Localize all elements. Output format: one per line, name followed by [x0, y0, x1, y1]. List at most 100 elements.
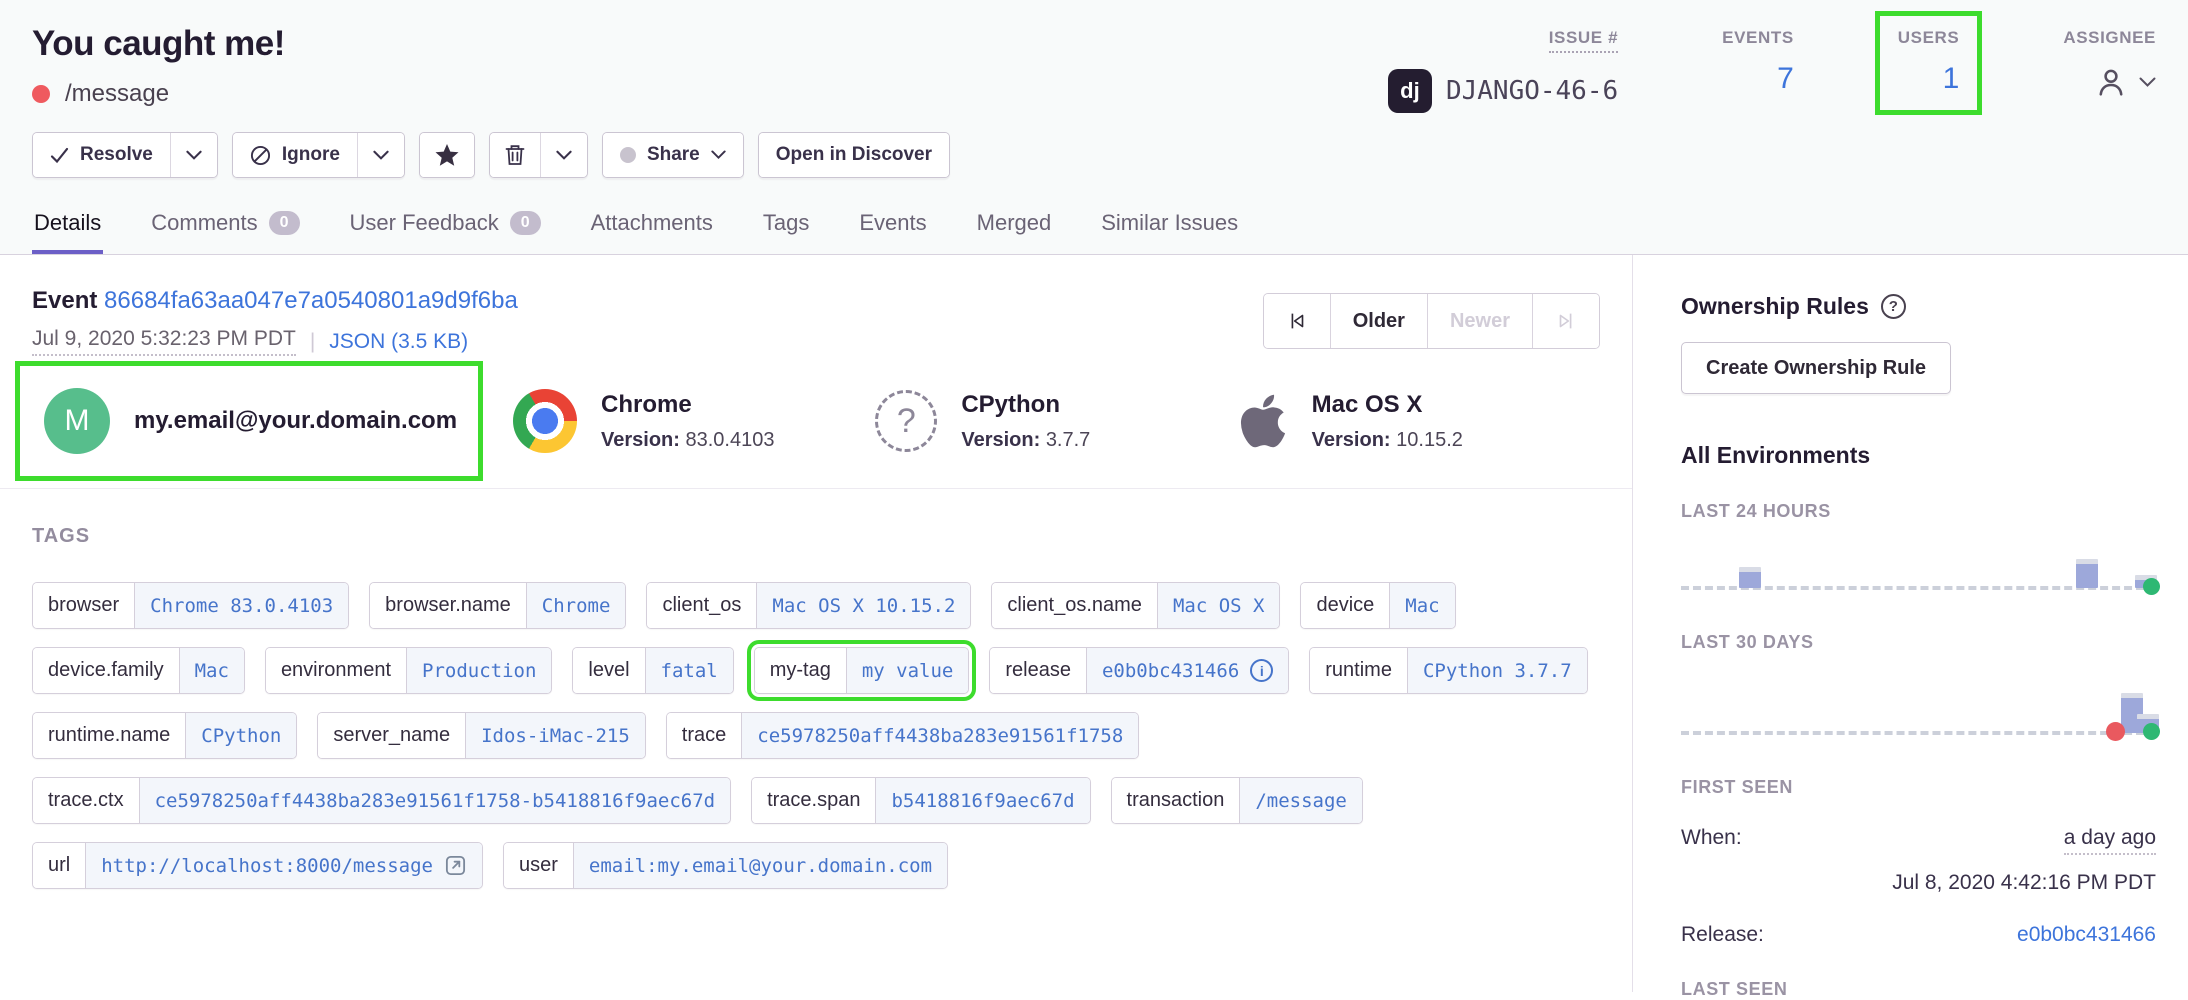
tag-value-link[interactable]: e0b0bc431466i — [1086, 648, 1288, 693]
django-project-icon: dj — [1388, 69, 1432, 113]
tag-value-link[interactable]: Mac — [179, 648, 244, 693]
tag-value-link[interactable]: CPython 3.7.7 — [1407, 648, 1587, 693]
event-json-link[interactable]: JSON (3.5 KB) — [329, 330, 468, 354]
tab-bar: Details Comments0 User Feedback0 Attachment… — [0, 206, 2188, 255]
users-count-link[interactable]: 1 — [1943, 62, 1960, 95]
skip-to-newest-icon — [1555, 310, 1577, 332]
tag-key: user — [504, 843, 573, 888]
tag-key: transaction — [1112, 778, 1240, 823]
tag-key: browser — [33, 583, 134, 628]
delete-button[interactable] — [490, 133, 540, 177]
tag-value-link[interactable]: fatal — [645, 648, 733, 693]
browser-name: Chrome — [601, 391, 774, 419]
resolve-dropdown-button[interactable] — [170, 133, 217, 177]
help-icon[interactable]: ? — [1881, 294, 1906, 319]
tag-value-text: /message — [1255, 790, 1347, 812]
release-label: Release: — [1681, 923, 1764, 947]
stat-assignee: ASSIGNEE — [2063, 28, 2156, 100]
first-seen-absolute: Jul 8, 2020 4:42:16 PM PDT — [1681, 871, 2156, 895]
resolve-button[interactable]: Resolve — [33, 133, 170, 177]
ignore-dropdown-button[interactable] — [357, 133, 404, 177]
tag-pill-trace.ctx: trace.ctx ce5978250aff4438ba283e91561f175… — [32, 777, 731, 824]
tab-similar-issues[interactable]: Similar Issues — [1099, 206, 1240, 254]
events-count-link[interactable]: 7 — [1777, 62, 1794, 95]
tab-details[interactable]: Details — [32, 206, 103, 254]
tag-value-link[interactable]: /message — [1239, 778, 1362, 823]
tag-value-link[interactable]: b5418816f9aec67d — [875, 778, 1089, 823]
stat-users-annotated: USERS 1 — [1875, 11, 1983, 115]
tag-value-link[interactable]: Mac OS X 10.15.2 — [756, 583, 970, 628]
tag-key: device — [1301, 583, 1389, 628]
create-ownership-rule-button[interactable]: Create Ownership Rule — [1681, 342, 1951, 394]
issue-culprit: /message — [65, 80, 169, 108]
first-seen-release-link[interactable]: e0b0bc431466 — [2017, 923, 2156, 947]
oldest-event-button[interactable] — [1264, 294, 1330, 348]
tab-label: Events — [859, 210, 926, 236]
tag-value-link[interactable]: CPython — [185, 713, 296, 758]
tag-value-link[interactable]: Chrome — [526, 583, 626, 628]
older-event-button[interactable]: Older — [1330, 294, 1427, 348]
tag-key: runtime.name — [33, 713, 185, 758]
tab-merged[interactable]: Merged — [975, 206, 1054, 254]
first-seen-marker-dot — [2106, 722, 2125, 741]
events-label: EVENTS — [1722, 28, 1794, 48]
newest-event-button[interactable] — [1532, 294, 1599, 348]
tag-value-link[interactable]: my value — [846, 648, 969, 693]
tab-count-badge: 0 — [510, 211, 541, 235]
tag-value-link[interactable]: Mac OS X — [1157, 583, 1280, 628]
version-label: Version: — [961, 429, 1040, 451]
delete-dropdown-button[interactable] — [540, 133, 587, 177]
spark-bar — [1739, 567, 1761, 588]
tags-section: TAGS browserChrome 83.0.4103browser.name… — [0, 489, 1632, 925]
chrome-icon — [513, 389, 577, 453]
chevron-down-icon — [373, 150, 389, 161]
assignee-dropdown[interactable] — [2063, 64, 2156, 100]
tag-value-text: CPython — [201, 725, 281, 747]
tag-value-link[interactable]: Production — [406, 648, 551, 693]
share-button[interactable]: Share — [603, 133, 743, 177]
info-icon[interactable]: i — [1250, 659, 1273, 682]
tag-key: trace.ctx — [33, 778, 139, 823]
tag-value-link[interactable]: email:my.email@your.domain.com — [573, 843, 947, 888]
tag-value-link[interactable]: ce5978250aff4438ba283e91561f1758-b541881… — [139, 778, 731, 823]
tag-value-link[interactable]: Chrome 83.0.4103 — [134, 583, 348, 628]
external-link-icon[interactable] — [444, 854, 467, 877]
tab-attachments[interactable]: Attachments — [589, 206, 715, 254]
latest-marker-dot — [2143, 723, 2160, 740]
meta-separator: | — [310, 330, 315, 354]
tag-value-link[interactable]: ce5978250aff4438ba283e91561f1758 — [741, 713, 1138, 758]
tag-value-link[interactable]: Mac — [1389, 583, 1454, 628]
apple-icon — [1238, 391, 1288, 451]
bookmark-star-button[interactable] — [420, 133, 474, 177]
tag-list: browserChrome 83.0.4103browser.nameChrom… — [32, 582, 1600, 889]
tab-events[interactable]: Events — [857, 206, 928, 254]
avatar: M — [44, 388, 110, 454]
tag-pill-client_os.name: client_os.nameMac OS X — [991, 582, 1280, 629]
context-card-user-annotated: M my.email@your.domain.com — [15, 361, 483, 481]
tag-value-text: my value — [862, 660, 954, 682]
tag-value-text: ce5978250aff4438ba283e91561f1758-b541881… — [155, 790, 716, 812]
star-icon — [435, 144, 459, 167]
tag-pill-user: useremail:my.email@your.domain.com — [503, 842, 948, 889]
tab-comments[interactable]: Comments0 — [149, 206, 301, 254]
ignore-button[interactable]: Ignore — [233, 133, 357, 177]
tag-pill-url: urlhttp://localhost:8000/message — [32, 842, 483, 889]
share-label: Share — [647, 144, 700, 166]
tag-pill-my-tag: my-tagmy value — [754, 647, 970, 694]
tag-value-link[interactable]: Idos-iMac-215 — [465, 713, 645, 758]
runtime-name: CPython — [961, 391, 1090, 419]
issue-stats: ISSUE # dj DJANGO-46-6 EVENTS 7 USERS 1 … — [1388, 24, 2156, 115]
open-in-discover-button[interactable]: Open in Discover — [759, 133, 949, 177]
open-in-discover-label: Open in Discover — [776, 144, 932, 166]
tag-pill-server_name: server_nameIdos-iMac-215 — [317, 712, 645, 759]
latest-marker-dot — [2143, 578, 2160, 595]
issue-header: You caught me! /message ISSUE # dj DJANG… — [0, 0, 2188, 255]
event-id-link[interactable]: 86684fa63aa047e7a0540801a9d9f6ba — [104, 287, 518, 314]
tab-tags[interactable]: Tags — [761, 206, 811, 254]
tag-pill-browser: browserChrome 83.0.4103 — [32, 582, 349, 629]
tag-value-link[interactable]: http://localhost:8000/message — [85, 843, 482, 888]
tab-user-feedback[interactable]: User Feedback0 — [348, 206, 543, 254]
stat-events: EVENTS 7 — [1722, 28, 1794, 94]
tag-pill-trace: tracece5978250aff4438ba283e91561f1758 — [666, 712, 1140, 759]
newer-event-button[interactable]: Newer — [1427, 294, 1532, 348]
